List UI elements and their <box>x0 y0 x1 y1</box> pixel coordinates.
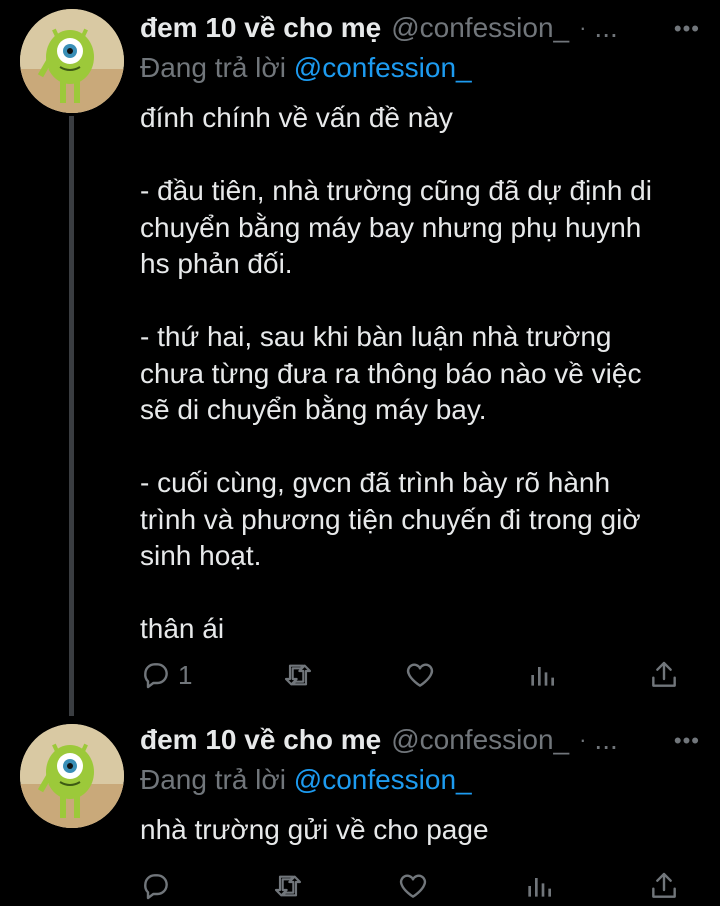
reply-icon <box>144 874 168 900</box>
tweet-text: nhà trường gửi về cho page <box>140 812 700 849</box>
text-line: - đầu tiên, nhà trường cũng đã dự định d… <box>140 175 652 206</box>
mention-link[interactable]: @confession_ <box>294 52 472 83</box>
views-icon <box>527 878 551 897</box>
text-line: sẽ di chuyển bằng máy bay. <box>140 394 487 425</box>
reply-button[interactable]: 1 <box>140 659 192 691</box>
retweet-icon <box>274 875 301 897</box>
like-icon <box>407 663 434 687</box>
tweet-header: đem 10 về cho mẹ @confession_ · ... <box>140 720 700 760</box>
text-line: - cuối cùng, gvcn đã trình bày rõ hành <box>140 467 611 498</box>
tweet-body: đem 10 về cho mẹ @confession_ · ... ••• … <box>140 720 700 849</box>
retweet-button[interactable] <box>282 659 314 691</box>
tweet-body: đem 10 về cho mẹ @confession_ · ... ••• … <box>140 8 700 648</box>
timestamp[interactable]: ... <box>594 12 617 44</box>
like-button[interactable] <box>397 870 429 902</box>
display-name[interactable]: đem 10 về cho mẹ <box>140 12 381 44</box>
reply-button[interactable] <box>140 870 178 902</box>
retweet-icon <box>285 664 312 686</box>
like-button[interactable] <box>404 659 436 691</box>
separator-dot: · <box>579 15 587 40</box>
mention-link[interactable]: @confession_ <box>294 764 472 795</box>
views-button[interactable] <box>523 870 555 902</box>
tweet-actions: 1 <box>140 655 680 695</box>
text-line: chưa từng đưa ra thông báo nào về việc <box>140 357 642 389</box>
replying-to: Đang trả lời @confession_ <box>140 48 700 88</box>
share-icon <box>652 661 676 687</box>
tweet-text: đính chính về vấn đề này - đầu tiên, nhà… <box>140 100 700 648</box>
tweet-actions <box>140 866 680 906</box>
text-line: sinh hoạt. <box>140 540 262 571</box>
text-line: chuyển bằng máy bay nhưng phụ huynh <box>140 211 642 243</box>
share-button[interactable] <box>648 659 680 691</box>
text-line: - thứ hai, sau khi bàn luận nhà trường <box>140 321 612 352</box>
more-options-icon[interactable]: ••• <box>674 16 700 42</box>
avatar[interactable] <box>20 724 124 828</box>
text-line: hs phản đối. <box>140 248 293 279</box>
tweet-header: đem 10 về cho mẹ @confession_ · ... <box>140 8 700 48</box>
replying-to-label: Đang trả lời <box>140 764 294 795</box>
more-options-icon[interactable]: ••• <box>674 728 700 754</box>
text-line: đính chính về vấn đề này <box>140 102 453 133</box>
replying-to: Đang trả lời @confession_ <box>140 760 700 800</box>
share-icon <box>652 872 676 898</box>
text-line: thân ái <box>140 613 225 644</box>
reply-count: 1 <box>178 659 193 690</box>
avatar[interactable] <box>20 9 124 113</box>
separator-dot: · <box>579 727 587 752</box>
like-icon <box>399 874 427 898</box>
text-line: trình và phương tiện chuyến đi trong giờ <box>140 503 641 535</box>
reply-icon <box>144 663 168 689</box>
tweet[interactable]: đem 10 về cho mẹ @confession_ · ... ••• … <box>0 0 720 716</box>
timestamp[interactable]: ... <box>594 724 617 756</box>
replying-to-label: Đang trả lời <box>140 52 294 83</box>
retweet-button[interactable] <box>272 870 304 902</box>
share-button[interactable] <box>648 870 680 902</box>
tweet[interactable]: đem 10 về cho mẹ @confession_ · ... ••• … <box>0 712 720 904</box>
views-icon <box>531 667 555 686</box>
views-button[interactable] <box>526 659 558 691</box>
text-line: nhà trường gửi về cho page <box>140 814 489 845</box>
thread-connector-line <box>69 116 74 716</box>
display-name[interactable]: đem 10 về cho mẹ <box>140 724 381 756</box>
user-handle[interactable]: @confession_ <box>391 724 569 756</box>
user-handle[interactable]: @confession_ <box>391 12 569 44</box>
